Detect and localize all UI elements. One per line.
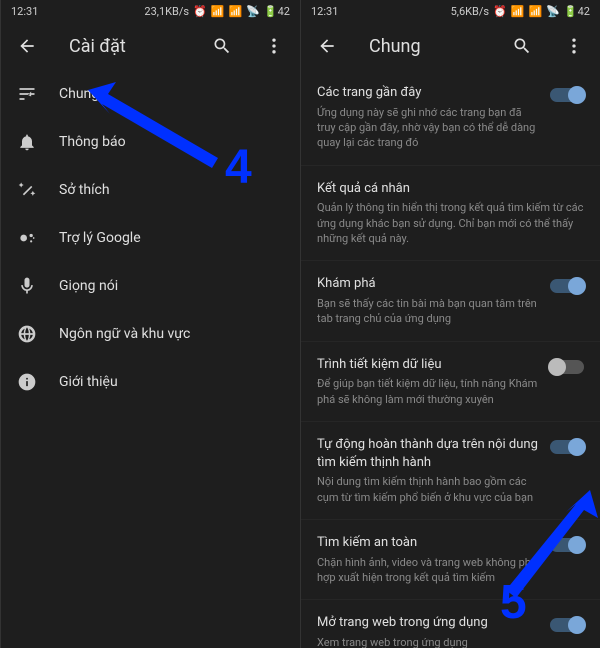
setting-title: Kết quả cá nhân	[317, 180, 584, 198]
search-button[interactable]	[204, 28, 240, 64]
mic-icon	[17, 276, 37, 296]
status-time: 12:31	[311, 5, 338, 18]
status-speed: 5,6KB/s	[451, 5, 490, 18]
right-screen: 12:31 5,6KB/s ⏰ 📶 📶 📡 🔋42 Chung Các tran…	[300, 0, 600, 648]
setting-title: Khám phá	[317, 275, 538, 293]
settings-list: Chung Thông báo Sở thích Trợ lý Google G…	[1, 70, 300, 648]
back-button[interactable]	[309, 28, 345, 64]
setting-autocomplete-trending[interactable]: Tự động hoàn thành dựa trên nội dung tìm…	[301, 421, 600, 519]
setting-desc: Bạn sẽ thấy các tin bài mà bạn quan tâm …	[317, 296, 538, 327]
signal-icon: 📶	[229, 5, 243, 18]
setting-desc: Quản lý thông tin hiển thị trong kết quả…	[317, 200, 584, 246]
setting-safe-search[interactable]: Tìm kiếm an toàn Chặn hình ảnh, video và…	[301, 519, 600, 599]
setting-title: Tự động hoàn thành dựa trên nội dung tìm…	[317, 436, 538, 471]
signal-icon: 📶	[211, 5, 225, 18]
toggle-switch[interactable]	[550, 440, 584, 454]
row-giong-noi[interactable]: Giọng nói	[1, 262, 300, 310]
more-vert-icon	[264, 36, 284, 56]
bell-icon	[17, 132, 37, 152]
signal-icon: 📶	[511, 5, 525, 18]
wifi-icon: 📡	[546, 5, 560, 18]
row-label: Sở thích	[59, 182, 110, 198]
search-icon	[212, 36, 232, 56]
status-right: 23,1KB/s ⏰ 📶 📶 📡 🔋42	[144, 5, 290, 18]
toggle-switch[interactable]	[550, 618, 584, 632]
setting-desc: Để giúp bạn tiết kiệm dữ liệu, tính năng…	[317, 376, 538, 407]
row-label: Thông báo	[59, 134, 126, 150]
setting-recent-pages[interactable]: Các trang gần đây Ứng dụng này sẽ ghi nh…	[301, 70, 600, 165]
page-title: Cài đặt	[69, 36, 188, 57]
tune-icon	[17, 84, 37, 104]
setting-title: Các trang gần đây	[317, 84, 538, 102]
status-bar: 12:31 23,1KB/s ⏰ 📶 📶 📡 🔋42	[1, 0, 300, 22]
setting-title: Tìm kiếm an toàn	[317, 534, 538, 552]
status-right: 5,6KB/s ⏰ 📶 📶 📡 🔋42	[451, 5, 590, 18]
row-so-thich[interactable]: Sở thích	[1, 166, 300, 214]
setting-desc: Nội dung tìm kiếm thịnh hành bao gồm các…	[317, 474, 538, 505]
toggle-switch[interactable]	[550, 360, 584, 374]
row-gioi-thieu[interactable]: Giới thiệu	[1, 358, 300, 406]
setting-data-saver[interactable]: Trình tiết kiệm dữ liệu Để giúp bạn tiết…	[301, 341, 600, 421]
arrow-left-icon	[17, 36, 37, 56]
row-label: Ngôn ngữ và khu vực	[59, 326, 190, 342]
setting-title: Trình tiết kiệm dữ liệu	[317, 356, 538, 374]
setting-discover[interactable]: Khám phá Bạn sẽ thấy các tin bài mà bạn …	[301, 260, 600, 340]
signal-icon: 📶	[529, 5, 543, 18]
status-time: 12:31	[11, 5, 38, 18]
battery-icon: 🔋42	[564, 5, 590, 18]
setting-title: Mở trang web trong ứng dụng	[317, 614, 538, 632]
setting-desc: Xem trang web trong ứng dụng	[317, 635, 538, 648]
row-label: Trợ lý Google	[59, 230, 141, 246]
app-bar: Cài đặt	[1, 22, 300, 70]
more-vert-icon	[564, 36, 584, 56]
page-title: Chung	[369, 36, 488, 57]
setting-open-web-in-app[interactable]: Mở trang web trong ứng dụng Xem trang we…	[301, 599, 600, 648]
row-chung[interactable]: Chung	[1, 70, 300, 118]
search-icon	[512, 36, 532, 56]
toggle-switch[interactable]	[550, 88, 584, 102]
status-speed: 23,1KB/s	[144, 5, 189, 18]
setting-desc: Chặn hình ảnh, video và trang web không …	[317, 555, 538, 586]
toggle-switch[interactable]	[550, 538, 584, 552]
wand-icon	[17, 180, 37, 200]
row-label: Giới thiệu	[59, 374, 118, 390]
status-bar: 12:31 5,6KB/s ⏰ 📶 📶 📡 🔋42	[301, 0, 600, 22]
search-button[interactable]	[504, 28, 540, 64]
back-button[interactable]	[9, 28, 45, 64]
more-button[interactable]	[256, 28, 292, 64]
wifi-icon: 📡	[246, 5, 260, 18]
row-tro-ly-google[interactable]: Trợ lý Google	[1, 214, 300, 262]
assistant-icon	[17, 228, 37, 248]
left-screen: 12:31 23,1KB/s ⏰ 📶 📶 📡 🔋42 Cài đặt Chung…	[0, 0, 300, 648]
app-bar: Chung	[301, 22, 600, 70]
row-thong-bao[interactable]: Thông báo	[1, 118, 300, 166]
setting-desc: Ứng dụng này sẽ ghi nhớ các trang bạn đã…	[317, 105, 538, 151]
row-label: Giọng nói	[59, 278, 118, 294]
alarm-icon: ⏰	[193, 5, 207, 18]
setting-personal-results[interactable]: Kết quả cá nhân Quản lý thông tin hiển t…	[301, 165, 600, 261]
settings-list: Các trang gần đây Ứng dụng này sẽ ghi nh…	[301, 70, 600, 648]
row-label: Chung	[59, 86, 99, 102]
alarm-icon: ⏰	[493, 5, 507, 18]
toggle-switch[interactable]	[550, 279, 584, 293]
info-icon	[17, 372, 37, 392]
arrow-left-icon	[317, 36, 337, 56]
globe-icon	[17, 324, 37, 344]
battery-icon: 🔋42	[264, 5, 290, 18]
more-button[interactable]	[556, 28, 592, 64]
row-ngon-ngu[interactable]: Ngôn ngữ và khu vực	[1, 310, 300, 358]
